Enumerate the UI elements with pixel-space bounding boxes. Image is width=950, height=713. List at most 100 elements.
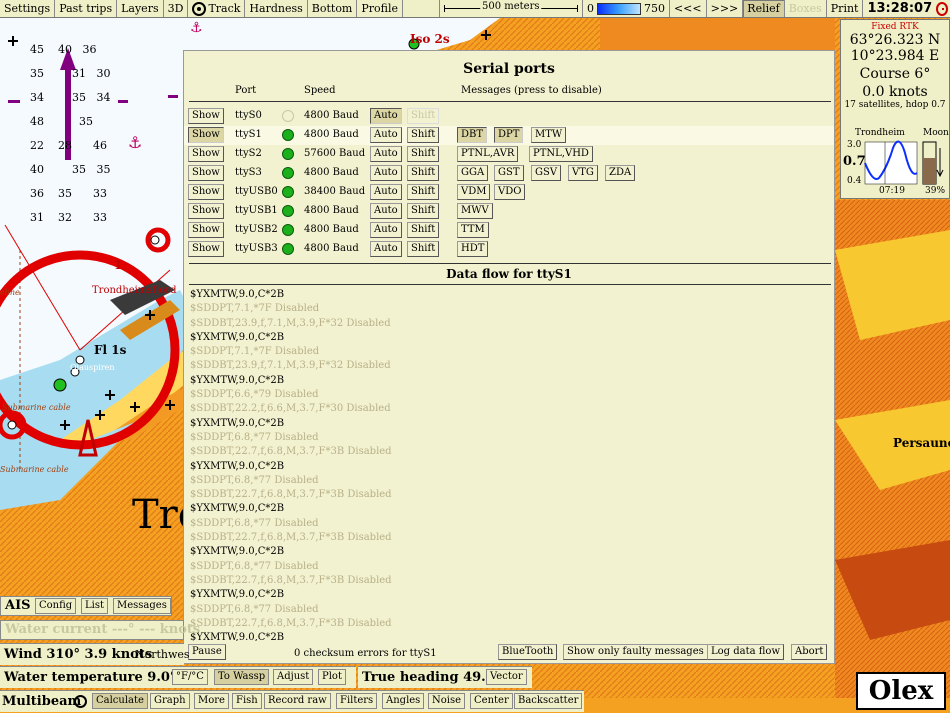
unit-toggle-button[interactable]: °F/°C <box>172 669 208 685</box>
auto-button[interactable]: Auto <box>370 127 402 143</box>
multibeam-calculate-button[interactable]: Calculate <box>92 693 148 709</box>
nav-next-button[interactable]: >>> <box>706 0 744 17</box>
adjust-button[interactable]: Adjust <box>273 669 314 685</box>
message-button[interactable]: MTW <box>531 127 567 143</box>
port-speed[interactable]: 4800 Baud <box>304 129 359 140</box>
relief-button[interactable]: Relief <box>743 0 785 17</box>
show-button[interactable]: Show <box>188 127 224 143</box>
show-button[interactable]: Show <box>188 165 224 181</box>
auto-button[interactable]: Auto <box>370 146 402 162</box>
plot-button[interactable]: Plot <box>318 669 346 685</box>
pause-button[interactable]: Pause <box>188 644 226 660</box>
port-speed[interactable]: 4800 Baud <box>304 167 359 178</box>
show-faulty-button[interactable]: Show only faulty messages <box>563 644 708 660</box>
shift-button[interactable]: Shift <box>407 108 440 124</box>
vector-button[interactable]: Vector <box>486 669 527 685</box>
message-button[interactable]: VDO <box>494 184 526 200</box>
layers-button[interactable]: Layers <box>117 0 164 17</box>
shift-button[interactable]: Shift <box>407 184 440 200</box>
auto-button[interactable]: Auto <box>370 108 402 124</box>
message-button[interactable]: TTM <box>457 222 489 238</box>
boxes-button[interactable]: Boxes <box>784 0 827 17</box>
message-button[interactable]: VTG <box>568 165 598 181</box>
ais-config-button[interactable]: Config <box>35 598 77 614</box>
to-wassp-button[interactable]: To Wassp <box>214 669 270 685</box>
message-button[interactable]: GSV <box>531 165 562 181</box>
auto-button[interactable]: Auto <box>370 165 402 181</box>
multibeam-filters-button[interactable]: Filters <box>336 693 378 709</box>
bluetooth-button[interactable]: BlueTooth <box>498 644 558 660</box>
shift-button[interactable]: Shift <box>407 241 440 257</box>
settings-button[interactable]: Settings <box>0 0 56 17</box>
message-button[interactable]: MWV <box>457 203 493 219</box>
port-speed[interactable]: 4800 Baud <box>304 243 359 254</box>
auto-button[interactable]: Auto <box>370 222 402 238</box>
print-button[interactable]: Print <box>826 0 864 17</box>
show-button[interactable]: Show <box>188 108 224 124</box>
port-row: Show ttyS2 57600 Baud Auto Shift PTNL,AVR PTNL… <box>184 145 834 164</box>
gps-fix: Fixed RTK <box>871 22 919 32</box>
port-name: ttyUSB3 <box>235 243 278 254</box>
ais-panel: AIS Config List Messages <box>0 596 172 616</box>
track-button[interactable]: Track <box>188 0 246 17</box>
message-button[interactable]: PTNL,VHD <box>529 146 593 162</box>
log-data-flow-button[interactable]: Log data flow <box>707 644 785 660</box>
multibeam-graph-button[interactable]: Graph <box>150 693 190 709</box>
col-messages: Messages (press to disable) <box>461 85 602 96</box>
message-button[interactable]: DBT <box>457 127 488 143</box>
multibeam-center-button[interactable]: Center <box>470 693 513 709</box>
port-speed[interactable]: 38400 Baud <box>304 186 365 197</box>
auto-button[interactable]: Auto <box>370 203 402 219</box>
shift-button[interactable]: Shift <box>407 203 440 219</box>
shift-button[interactable]: Shift <box>407 165 440 181</box>
hardness-button[interactable]: Hardness <box>245 0 308 17</box>
show-button[interactable]: Show <box>188 203 224 219</box>
port-speed[interactable]: 4800 Baud <box>304 224 359 235</box>
multibeam-angles-button[interactable]: Angles <box>382 693 425 709</box>
multibeam-fish-button[interactable]: Fish <box>232 693 262 709</box>
bottom-button[interactable]: Bottom <box>307 0 358 17</box>
shift-button[interactable]: Shift <box>407 127 440 143</box>
gps-panel[interactable]: Fixed RTK 63°26.323 N 10°23.984 E Course… <box>840 19 950 199</box>
shift-button[interactable]: Shift <box>407 222 440 238</box>
message-button[interactable]: VDM <box>457 184 491 200</box>
multibeam-backscatter-button[interactable]: Backscatter <box>514 693 583 709</box>
3d-button[interactable]: 3D <box>163 0 189 17</box>
port-status-indicator <box>282 224 294 236</box>
message-button[interactable]: PTNL,AVR <box>457 146 519 162</box>
show-button[interactable]: Show <box>188 184 224 200</box>
multibeam-noise-button[interactable]: Noise <box>428 693 466 709</box>
show-button[interactable]: Show <box>188 146 224 162</box>
data-flow-log[interactable]: $YXMTW,9.0,C*2B $SDDPT,7.1,*7F Disabled $S… <box>190 288 830 641</box>
moon-percent: 39% <box>925 186 946 196</box>
nav-prev-button[interactable]: <<< <box>669 0 707 17</box>
abort-button[interactable]: Abort <box>791 644 828 660</box>
profile-button[interactable]: Profile <box>357 0 404 17</box>
message-button[interactable]: ZDA <box>605 165 636 181</box>
ais-messages-button[interactable]: Messages <box>113 598 171 614</box>
tide-now: 0.7 <box>843 154 866 169</box>
auto-button[interactable]: Auto <box>370 241 402 257</box>
ais-list-button[interactable]: List <box>81 598 108 614</box>
tide-graph: Trondheim Moon 3.0 0.7 0.4 07:19 39% <box>843 128 949 200</box>
port-speed[interactable]: 57600 Baud <box>304 148 365 159</box>
message-button[interactable]: HDT <box>457 241 489 257</box>
port-speed[interactable]: 4800 Baud <box>304 110 359 121</box>
flow-line: $SDDPT,6.8,*77 Disabled <box>190 431 319 443</box>
past-trips-button[interactable]: Past trips <box>55 0 118 17</box>
multibeam-more-button[interactable]: More <box>194 693 229 709</box>
show-button[interactable]: Show <box>188 241 224 257</box>
port-name: ttyS1 <box>235 129 262 140</box>
marker-label: 1 <box>114 258 123 272</box>
message-button[interactable]: DPT <box>494 127 524 143</box>
message-button[interactable]: GST <box>494 165 524 181</box>
show-button[interactable]: Show <box>188 222 224 238</box>
shift-button[interactable]: Shift <box>407 146 440 162</box>
multibeam-record-raw-button[interactable]: Record raw <box>264 693 331 709</box>
light-label-fl: Fl 1s <box>94 343 127 357</box>
port-speed[interactable]: 4800 Baud <box>304 205 359 216</box>
message-button[interactable]: GGA <box>457 165 489 181</box>
tide-place: Trondheim <box>855 128 905 138</box>
auto-button[interactable]: Auto <box>370 184 402 200</box>
flow-line: $SDDBT,22.7,f,6.8,M,3.7,F*3B Disabled <box>190 489 392 501</box>
